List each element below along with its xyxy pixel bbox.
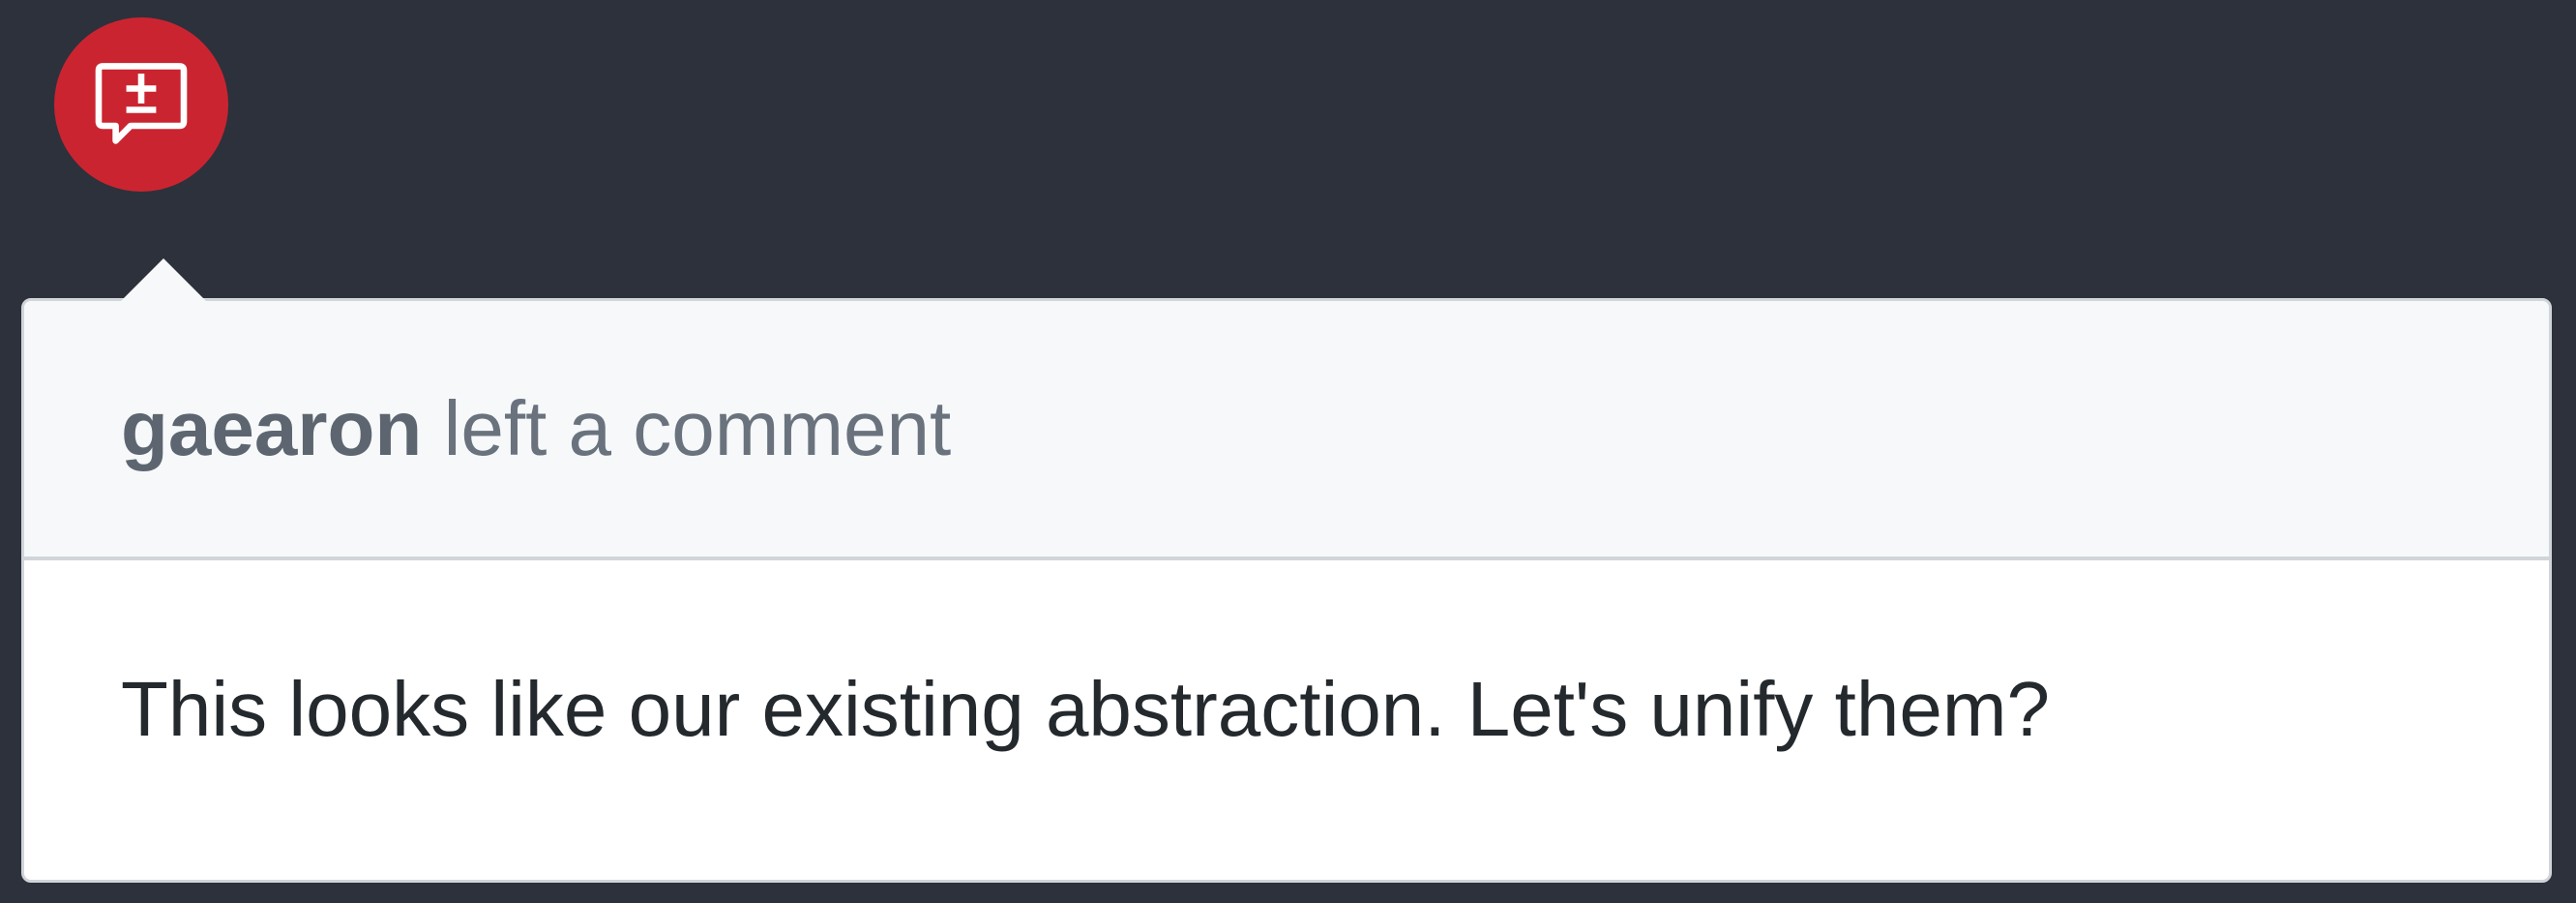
comment-author[interactable]: gaearon [121,384,422,473]
review-badge [54,17,228,192]
comment-body: This looks like our existing abstraction… [121,666,2050,752]
diff-comment-icon [95,63,188,144]
comment-pointer [121,258,206,301]
comment-header: gaearon left a comment [24,301,2549,560]
comment-action: left a comment [443,385,952,471]
comment-box: gaearon left a comment This looks like o… [21,258,2552,883]
